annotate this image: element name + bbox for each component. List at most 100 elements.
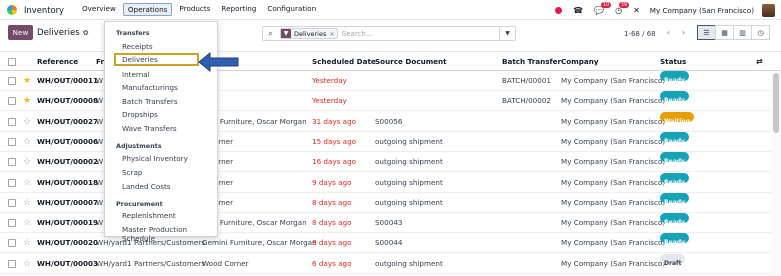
phone-icon[interactable]: ☎ <box>573 6 583 15</box>
user-avatar[interactable] <box>762 3 775 17</box>
row-checkbox[interactable] <box>8 198 16 207</box>
cell-source-document: outgoing shipment <box>375 258 443 268</box>
cell-reference: WH/OUT/00006 <box>37 136 99 146</box>
dropdown-item-deliveries[interactable]: Deliveries <box>114 53 199 66</box>
cell-scheduled-date: 8 days ago <box>312 197 352 207</box>
cell-scheduled-date: 16 days ago <box>312 157 357 167</box>
activity-view-icon[interactable]: ◷ <box>751 25 770 40</box>
row-checkbox[interactable] <box>8 158 16 167</box>
dropdown-item-internal[interactable]: Internal <box>122 70 150 79</box>
cell-source-document: outgoing shipment <box>375 136 443 146</box>
row-checkbox[interactable] <box>8 219 16 228</box>
search-options-toggle-icon[interactable]: ▼ <box>499 27 515 40</box>
favorite-star-icon[interactable]: ☆ <box>23 152 31 172</box>
optional-columns-icon[interactable]: ⇄ <box>756 52 763 72</box>
col-scheduled-date[interactable]: Scheduled Date <box>312 52 376 72</box>
select-all-checkbox[interactable] <box>8 58 16 66</box>
cell-from: W <box>96 157 104 167</box>
dropdown-item-replenishment[interactable]: Replenishment <box>122 211 176 220</box>
row-checkbox[interactable] <box>8 77 16 85</box>
cell-source-document: S00044 <box>375 238 403 248</box>
favorite-star-icon[interactable]: ☆ <box>23 173 31 193</box>
favorite-star-icon[interactable]: ★ <box>23 71 31 91</box>
search-icon[interactable]: ⌕ <box>263 29 278 39</box>
menu-products[interactable]: Products <box>175 3 214 16</box>
cell-scheduled-date: 15 days ago <box>312 136 357 146</box>
pager-next-icon[interactable]: › <box>677 26 690 39</box>
page-title: Deliveries <box>37 28 80 38</box>
list-view-icon[interactable]: ☰ <box>697 25 716 40</box>
favorite-star-icon[interactable]: ★ <box>23 91 31 111</box>
dropdown-item-physical-inventory[interactable]: Physical Inventory <box>122 154 188 163</box>
record-dot-icon[interactable] <box>555 6 563 14</box>
map-view-icon[interactable]: ▥ <box>733 25 752 40</box>
favorite-star-icon[interactable]: ☆ <box>23 213 31 233</box>
row-checkbox[interactable] <box>8 117 16 126</box>
activity-clock-icon[interactable]: ◷ 39 <box>615 1 630 15</box>
dropdown-item-batch-transfers[interactable]: Batch Transfers <box>122 97 178 106</box>
col-batch-transfer[interactable]: Batch Transfer <box>502 52 561 72</box>
cell-scheduled-date: 8 days ago <box>312 238 352 248</box>
pager-value[interactable]: 1-68 / 68 <box>624 30 656 38</box>
new-button[interactable]: New <box>8 25 33 40</box>
col-source-document[interactable]: Source Document <box>375 52 447 72</box>
col-status[interactable]: Status <box>660 52 686 72</box>
tools-icon[interactable]: ✕ <box>633 6 640 15</box>
scrollbar-thumb[interactable] <box>773 73 779 133</box>
cell-scheduled-date: 31 days ago <box>312 116 357 126</box>
gear-icon[interactable]: ✿ <box>83 29 89 37</box>
app-logo-icon[interactable] <box>7 4 17 15</box>
favorite-star-icon[interactable]: ☆ <box>23 193 31 213</box>
dropdown-item-master-production-schedule[interactable]: Master Production Schedule <box>122 225 217 243</box>
kanban-view-icon[interactable]: ▦ <box>715 25 734 40</box>
cell-reference: WH/OUT/00020 <box>37 238 99 248</box>
pager-prev-icon[interactable]: ‹ <box>662 26 675 39</box>
cell-company: My Company (San Francisco) <box>561 197 666 207</box>
menu-configuration[interactable]: Configuration <box>263 3 320 16</box>
search-input[interactable]: Search... <box>342 30 373 38</box>
cell-source-document: outgoing shipment <box>375 197 443 207</box>
row-checkbox[interactable] <box>8 239 16 248</box>
status-badge: Ready <box>660 172 689 186</box>
app-name[interactable]: Inventory <box>24 5 64 15</box>
dropdown-item-landed-costs[interactable]: Landed Costs <box>122 182 171 191</box>
dropdown-item-scrap[interactable]: Scrap <box>122 168 142 177</box>
cell-reference: WH/OUT/00011 <box>37 76 99 85</box>
menu-operations[interactable]: Operations <box>122 3 173 16</box>
dropdown-item-manufacturings[interactable]: Manufacturings <box>122 83 178 92</box>
cell-from: W <box>96 197 104 207</box>
menu-overview[interactable]: Overview <box>78 3 120 16</box>
dropdown-item-dropships[interactable]: Dropships <box>122 110 158 119</box>
cell-company: My Company (San Francisco) <box>561 96 666 106</box>
cell-source-document: S00043 <box>375 218 403 228</box>
row-checkbox[interactable] <box>8 178 16 187</box>
status-badge: Ready <box>660 192 689 206</box>
cell-reference: WH/OUT/00019 <box>37 218 99 228</box>
favorite-star-icon[interactable]: ☆ <box>23 233 31 253</box>
favorite-star-icon[interactable]: ☆ <box>23 132 31 152</box>
table-row[interactable]: ☆ WH/OUT/00003 WH/yard1 Partners/Customers W… <box>0 253 771 274</box>
favorite-star-icon[interactable]: ☆ <box>23 112 31 132</box>
row-checkbox[interactable] <box>8 97 16 106</box>
menu-reporting[interactable]: Reporting <box>217 3 260 16</box>
cell-from: W <box>96 116 104 126</box>
status-badge: Ready <box>660 71 689 84</box>
dropdown-item-wave-transfers[interactable]: Wave Transfers <box>122 124 177 133</box>
cell-company: My Company (San Francisco) <box>561 258 666 268</box>
chat-icon[interactable]: 💬 10 <box>594 1 612 15</box>
col-company[interactable]: Company <box>561 52 599 72</box>
favorite-star-icon[interactable]: ☆ <box>23 254 31 274</box>
dropdown-header-transfers: Transfers <box>116 29 150 37</box>
facet-label: Deliveries <box>294 29 327 38</box>
company-switcher[interactable]: My Company (San Francisco) <box>650 6 754 15</box>
facet-remove-icon[interactable]: × <box>329 30 336 38</box>
col-reference[interactable]: Reference <box>37 52 78 72</box>
scrollbar[interactable] <box>771 71 781 276</box>
row-checkbox[interactable] <box>8 259 16 268</box>
cell-reference: WH/OUT/00007 <box>37 197 99 207</box>
main-menu: Overview Operations Products Reporting C… <box>78 3 323 16</box>
top-navbar: Inventory Overview Operations Products R… <box>0 0 781 20</box>
dropdown-item-receipts[interactable]: Receipts <box>122 42 153 51</box>
row-checkbox[interactable] <box>8 137 16 146</box>
breadcrumb-title: Deliveries ✿ <box>37 28 89 38</box>
